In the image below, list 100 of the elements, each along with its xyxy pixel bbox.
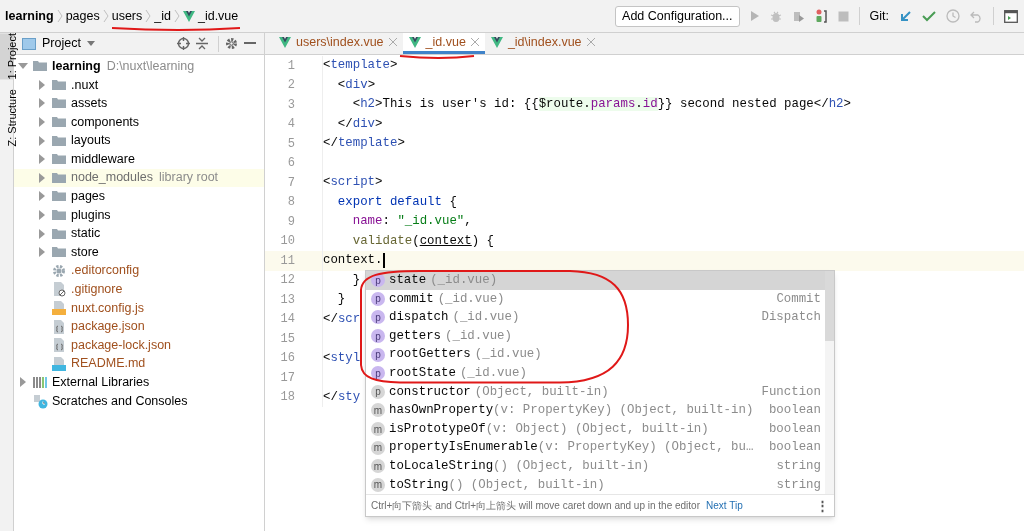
bug-icon[interactable]	[769, 9, 782, 23]
completion-name: dispatch	[389, 309, 449, 327]
completion-item[interactable]: m isPrototypeOf(v: Object) (Object, built-in) boolean	[366, 419, 825, 439]
breadcrumb[interactable]: _id	[154, 6, 171, 26]
breadcrumb[interactable]: pages	[65, 6, 100, 26]
scratch-clock-icon	[32, 393, 48, 409]
editor-tab[interactable]: users\index.vue	[273, 33, 403, 54]
property-badge-icon: p	[371, 329, 385, 344]
completion-name: getters	[389, 327, 442, 345]
tree-item-label[interactable]: package-lock.json	[71, 335, 172, 355]
collapse-all-icon[interactable]	[196, 37, 208, 50]
code-line: export default {	[336, 193, 457, 211]
update-arrow-icon[interactable]	[899, 9, 912, 23]
tree-item-label[interactable]: store	[71, 242, 99, 262]
add-configuration-button[interactable]: Add Configuration...	[615, 5, 740, 27]
undo-icon[interactable]	[970, 9, 983, 23]
scrollbar-thumb[interactable]	[825, 271, 834, 341]
tree-item-label[interactable]: External Libraries	[52, 373, 150, 392]
completion-name: commit	[389, 290, 434, 308]
attach-debugger-icon[interactable]	[814, 8, 828, 24]
breadcrumb[interactable]: users	[111, 6, 143, 26]
completion-name: toString	[389, 476, 449, 494]
tree-item-label[interactable]: .editorconfig	[71, 261, 140, 281]
side-tab[interactable]: Z: Structure	[0, 89, 14, 147]
collapsed-arrow-icon[interactable]	[37, 79, 47, 90]
more-menu-button[interactable]: ⋮	[816, 495, 829, 516]
collapsed-arrow-icon[interactable]	[37, 210, 47, 221]
tree-item-label[interactable]: package.json	[71, 317, 145, 336]
completion-item[interactable]: m toString() (Object, built-in) string	[366, 475, 825, 495]
stop-icon[interactable]	[837, 10, 849, 22]
project-view-dropdown[interactable]: Project	[42, 34, 95, 53]
completion-item[interactable]: m hasOwnProperty(v: PropertyKey) (Object, built-in) boolean	[366, 401, 825, 420]
settings-icon[interactable]	[225, 37, 238, 50]
tree-item-label[interactable]: plugins	[71, 205, 111, 225]
collapsed-arrow-icon[interactable]	[37, 98, 47, 109]
collapsed-arrow-icon[interactable]	[37, 154, 47, 165]
tree-item-label[interactable]: static	[71, 224, 101, 243]
breadcrumb[interactable]: _id.vue	[197, 6, 239, 26]
vue-logo-icon	[279, 36, 291, 48]
caret-icon	[86, 41, 95, 46]
library-bars-icon	[32, 374, 48, 391]
tree-item-label[interactable]: pages	[71, 187, 106, 206]
line-number: 7	[286, 174, 296, 192]
tree-item-label[interactable]: learning	[52, 56, 101, 76]
run-icon[interactable]	[749, 10, 760, 22]
collapsed-arrow-icon[interactable]	[37, 247, 47, 258]
property-badge-icon: m	[371, 422, 385, 437]
completion-item[interactable]: p state (_id.vue)	[366, 271, 825, 290]
code-line: </scr	[323, 310, 361, 328]
tree-item-label[interactable]: assets	[71, 94, 108, 113]
line-number: 17	[279, 369, 296, 387]
locate-target-icon[interactable]	[177, 37, 190, 50]
tree-item-label[interactable]: .gitignore	[71, 280, 123, 299]
tree-item-label[interactable]: components	[71, 112, 140, 132]
line-number: 5	[286, 135, 296, 153]
collapsed-arrow-icon[interactable]	[37, 228, 47, 239]
minimize-icon[interactable]	[244, 42, 256, 45]
completion-item[interactable]: p getters (_id.vue)	[366, 326, 825, 346]
tree-item-label[interactable]: .nuxt	[71, 75, 99, 95]
terminal-window-icon[interactable]	[1004, 9, 1018, 23]
completion-type: Dispatch	[761, 309, 821, 327]
collapsed-arrow-icon[interactable]	[18, 377, 28, 388]
collapsed-arrow-icon[interactable]	[37, 172, 47, 183]
editor-tab[interactable]: _id.vue	[402, 33, 485, 54]
line-number: 14	[279, 311, 296, 329]
clock-icon[interactable]	[946, 9, 960, 23]
check-icon[interactable]	[922, 10, 936, 22]
completion-item[interactable]: m propertyIsEnumerable(v: PropertyKey) (Object, bu… boolean	[366, 438, 825, 457]
tree-item-label[interactable]: layouts	[71, 131, 111, 151]
chevron-icon	[145, 9, 152, 23]
tree-item-label[interactable]: node_modules	[71, 168, 153, 188]
completion-type: boolean	[768, 439, 821, 457]
breadcrumb[interactable]: learning	[5, 6, 54, 26]
collapsed-arrow-icon[interactable]	[37, 191, 47, 202]
completion-item[interactable]: p constructor (Object, built-in) Function	[366, 382, 825, 402]
next-tip-link[interactable]: Next Tip	[706, 498, 743, 514]
editor-tab[interactable]: _id\index.vue	[484, 33, 601, 54]
coverage-run-icon[interactable]	[791, 9, 805, 23]
completion-type: Commit	[776, 290, 821, 308]
completion-item[interactable]: p dispatch (_id.vue) Dispatch	[366, 308, 825, 327]
completion-type: boolean	[768, 420, 821, 438]
panel-window-icon	[22, 37, 36, 50]
tree-item-label[interactable]: Scratches and Consoles	[52, 391, 188, 411]
collapsed-arrow-icon[interactable]	[37, 135, 47, 146]
close-icon[interactable]	[388, 38, 397, 46]
line-number: 12	[279, 272, 296, 290]
close-icon[interactable]	[586, 38, 595, 46]
line-number: 11	[279, 252, 296, 270]
completion-item[interactable]: m toLocaleString() (Object, built-in) string	[366, 456, 825, 476]
completion-name: rootGetters	[389, 346, 471, 364]
code-line: }	[351, 271, 361, 289]
tree-item-label[interactable]: middleware	[71, 149, 135, 169]
completion-item[interactable]: p rootGetters (_id.vue)	[366, 345, 825, 364]
completion-item[interactable]: p commit (_id.vue) Commit	[366, 289, 825, 309]
close-icon[interactable]	[470, 38, 479, 46]
tree-item-label[interactable]: README.md	[71, 354, 146, 374]
tree-item-label[interactable]: nuxt.config.js	[71, 298, 144, 318]
collapsed-arrow-icon[interactable]	[37, 117, 47, 128]
completion-name: constructor	[389, 383, 471, 401]
completion-item[interactable]: p rootState (_id.vue)	[366, 363, 825, 383]
